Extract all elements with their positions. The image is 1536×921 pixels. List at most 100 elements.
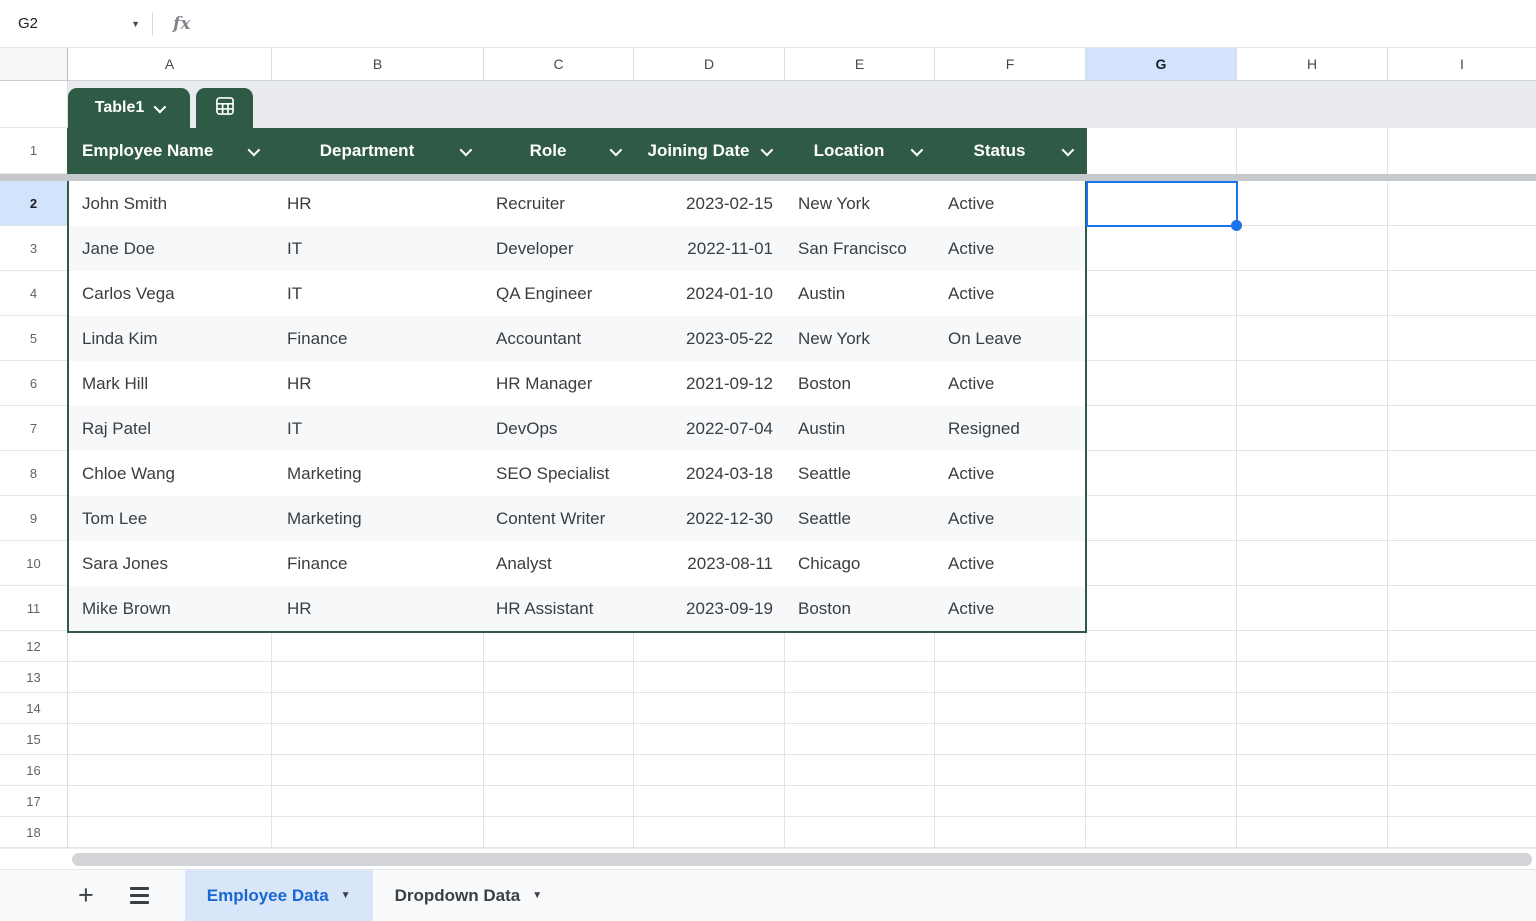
chevron-down-icon[interactable] [910,143,924,157]
cell-department[interactable]: IT [272,226,484,271]
cell-status[interactable]: Active [935,271,1086,316]
table-header-role[interactable]: Role [484,128,634,174]
chevron-down-icon[interactable] [459,143,473,157]
tab-dropdown-icon[interactable]: ▼ [532,890,542,901]
cell-role[interactable]: Analyst [484,541,634,586]
table-header-joining-date[interactable]: Joining Date [634,128,785,174]
cell-role[interactable]: Developer [484,226,634,271]
row-header[interactable]: 6 [0,361,68,406]
horizontal-scrollbar-thumb[interactable] [72,853,1532,866]
cell-role[interactable]: Content Writer [484,496,634,541]
row-header[interactable]: 9 [0,496,68,541]
cell-employee-name[interactable]: Tom Lee [68,496,272,541]
cell-location[interactable]: Austin [785,271,935,316]
column-header-g-selected[interactable]: G [1086,48,1237,81]
cell-location[interactable]: Seattle [785,451,935,496]
row-header[interactable]: 8 [0,451,68,496]
cell-location[interactable]: Boston [785,586,935,631]
cell-joining-date[interactable]: 2023-09-19 [634,586,785,631]
cell-joining-date[interactable]: 2022-12-30 [634,496,785,541]
column-header-c[interactable]: C [484,48,634,81]
selected-cell-g2[interactable] [1086,181,1242,231]
row-header[interactable]: 14 [0,693,68,724]
cell-department[interactable]: Finance [272,541,484,586]
row-header[interactable]: 17 [0,786,68,817]
table-header-employee-name[interactable]: Employee Name [68,128,272,174]
column-header-i[interactable]: I [1388,48,1536,81]
cell-status[interactable]: Active [935,226,1086,271]
cell-status[interactable]: Active [935,181,1086,226]
table-name-chip[interactable]: Table1 [68,88,190,128]
cell-role[interactable]: DevOps [484,406,634,451]
row-header[interactable]: 1 [0,128,68,174]
cell-employee-name[interactable]: Sara Jones [68,541,272,586]
cell-department[interactable]: HR [272,586,484,631]
cell-department[interactable]: HR [272,181,484,226]
row-header[interactable]: 10 [0,541,68,586]
table-row[interactable]: Mark Hill HR HR Manager 2021-09-12 Bosto… [68,361,1086,406]
cell-status[interactable]: Active [935,586,1086,631]
table-row[interactable]: Carlos Vega IT QA Engineer 2024-01-10 Au… [68,271,1086,316]
cell-department[interactable]: HR [272,361,484,406]
cell-joining-date[interactable]: 2023-05-22 [634,316,785,361]
tab-dropdown-data[interactable]: Dropdown Data ▼ [373,870,565,921]
row-header[interactable]: 18 [0,817,68,848]
all-sheets-menu-button[interactable] [129,887,149,904]
cell-joining-date[interactable]: 2022-11-01 [634,226,785,271]
column-header-f[interactable]: F [935,48,1086,81]
cell-department[interactable]: Finance [272,316,484,361]
cell-status[interactable]: Active [935,451,1086,496]
cell-role[interactable]: HR Manager [484,361,634,406]
chevron-down-icon[interactable] [760,143,774,157]
column-header-e[interactable]: E [785,48,935,81]
cell-status[interactable]: Active [935,496,1086,541]
table-header-location[interactable]: Location [785,128,935,174]
cell-employee-name[interactable]: Raj Patel [68,406,272,451]
cell-department[interactable]: Marketing [272,451,484,496]
row-header[interactable]: 7 [0,406,68,451]
cell-role[interactable]: QA Engineer [484,271,634,316]
cell-employee-name[interactable]: Mike Brown [68,586,272,631]
cell-location[interactable]: New York [785,316,935,361]
table-row[interactable]: Jane Doe IT Developer 2022-11-01 San Fra… [68,226,1086,271]
cell-role[interactable]: HR Assistant [484,586,634,631]
cell-role[interactable]: SEO Specialist [484,451,634,496]
row-header[interactable]: 4 [0,271,68,316]
cell-status[interactable]: Active [935,361,1086,406]
cell-role[interactable]: Accountant [484,316,634,361]
cell-location[interactable]: San Francisco [785,226,935,271]
frozen-row-divider[interactable] [0,174,1536,181]
cell-status[interactable]: Active [935,541,1086,586]
grid-cells-right[interactable] [1086,181,1536,631]
cell-joining-date[interactable]: 2024-03-18 [634,451,785,496]
cell-employee-name[interactable]: Chloe Wang [68,451,272,496]
cell-joining-date[interactable]: 2021-09-12 [634,361,785,406]
cell-location[interactable]: Seattle [785,496,935,541]
cell-location[interactable]: Chicago [785,541,935,586]
chevron-down-icon[interactable] [1061,143,1075,157]
select-all-corner[interactable] [0,48,68,81]
cell-joining-date[interactable]: 2023-02-15 [634,181,785,226]
name-box-dropdown-icon[interactable]: ▼ [131,19,140,29]
row-header[interactable]: 12 [0,631,68,662]
cell-joining-date[interactable]: 2024-01-10 [634,271,785,316]
cell-status[interactable]: Resigned [935,406,1086,451]
cell-employee-name[interactable]: John Smith [68,181,272,226]
cell-department[interactable]: Marketing [272,496,484,541]
fill-handle[interactable] [1231,220,1242,231]
cell-department[interactable]: IT [272,271,484,316]
table-row[interactable]: Raj Patel IT DevOps 2022-07-04 Austin Re… [68,406,1086,451]
cell-employee-name[interactable]: Jane Doe [68,226,272,271]
grid-cells-row1[interactable] [1086,128,1536,174]
table-options-chip[interactable] [196,88,253,128]
row-header[interactable]: 5 [0,316,68,361]
chevron-down-icon[interactable] [247,143,261,157]
table-row[interactable]: Sara Jones Finance Analyst 2023-08-11 Ch… [68,541,1086,586]
table-row[interactable]: Linda Kim Finance Accountant 2023-05-22 … [68,316,1086,361]
table-row[interactable]: Mike Brown HR HR Assistant 2023-09-19 Bo… [68,586,1086,631]
row-header[interactable]: 15 [0,724,68,755]
table-row[interactable]: Tom Lee Marketing Content Writer 2022-12… [68,496,1086,541]
column-header-d[interactable]: D [634,48,785,81]
name-box[interactable]: G2 ▼ [0,0,150,47]
column-header-b[interactable]: B [272,48,484,81]
